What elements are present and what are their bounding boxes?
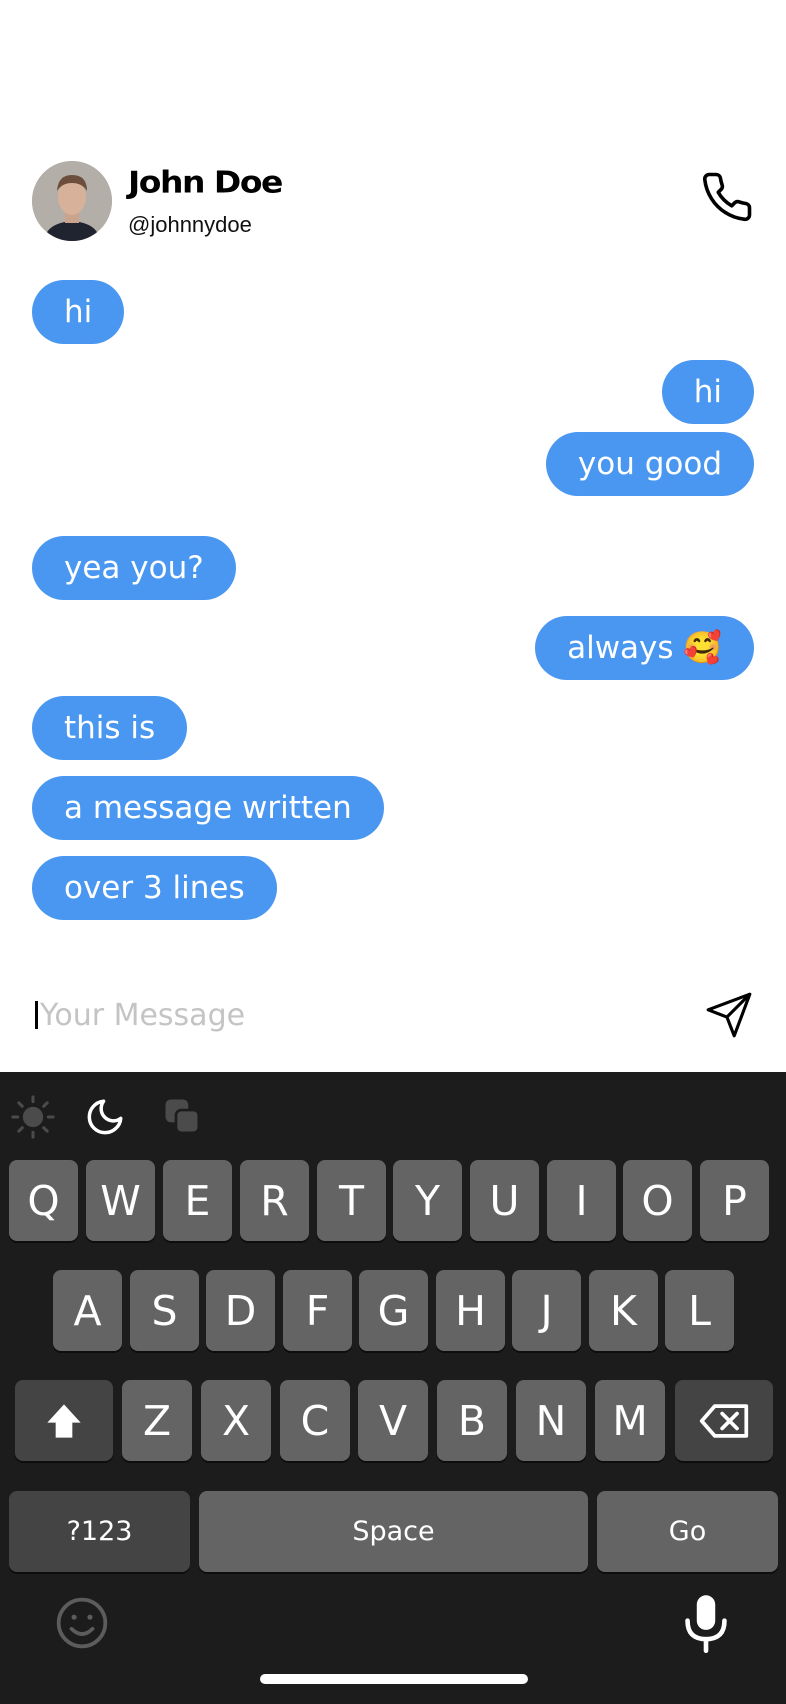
- key-y[interactable]: Y: [393, 1160, 462, 1241]
- message-bubble[interactable]: always 🥰: [535, 616, 754, 680]
- message-bubble[interactable]: yea you?: [32, 536, 236, 600]
- key-e[interactable]: E: [163, 1160, 232, 1241]
- key-a[interactable]: A: [53, 1270, 122, 1351]
- key-h[interactable]: H: [436, 1270, 505, 1351]
- text-caret: [35, 1001, 38, 1029]
- key-x[interactable]: X: [201, 1380, 271, 1461]
- phone-icon[interactable]: [700, 170, 754, 224]
- key-m[interactable]: M: [595, 1380, 665, 1461]
- copy-icon[interactable]: [162, 1096, 204, 1138]
- key-l[interactable]: L: [665, 1270, 734, 1351]
- keyboard: Q W E R T Y U I O P A S D F G H J K L Z …: [0, 1072, 786, 1704]
- backspace-key[interactable]: [675, 1380, 773, 1461]
- contact-handle: @johnnydoe: [128, 212, 252, 237]
- key-c[interactable]: C: [280, 1380, 350, 1461]
- contact-avatar[interactable]: [32, 161, 112, 241]
- shift-icon: [47, 1403, 81, 1438]
- send-icon[interactable]: [704, 990, 754, 1040]
- key-s[interactable]: S: [130, 1270, 199, 1351]
- key-r[interactable]: R: [240, 1160, 309, 1241]
- key-t[interactable]: T: [317, 1160, 386, 1241]
- message-bubble[interactable]: over 3 lines: [32, 856, 277, 920]
- dark-mode-icon[interactable]: [84, 1096, 126, 1138]
- key-j[interactable]: J: [512, 1270, 581, 1351]
- key-g[interactable]: G: [359, 1270, 428, 1351]
- message-input[interactable]: [40, 994, 640, 1036]
- key-q[interactable]: Q: [9, 1160, 78, 1241]
- key-n[interactable]: N: [516, 1380, 586, 1461]
- message-bubble[interactable]: this is: [32, 696, 188, 760]
- message-bubble[interactable]: hi: [32, 280, 125, 344]
- light-mode-icon[interactable]: [10, 1094, 56, 1140]
- space-key[interactable]: Space: [199, 1491, 588, 1572]
- key-p[interactable]: P: [700, 1160, 769, 1241]
- key-o[interactable]: O: [623, 1160, 692, 1241]
- symbols-key[interactable]: ?123: [9, 1491, 190, 1572]
- contact-name: John Doe: [128, 164, 283, 200]
- key-d[interactable]: D: [206, 1270, 275, 1351]
- shift-key[interactable]: [15, 1380, 113, 1461]
- message-bubble[interactable]: you good: [545, 432, 754, 496]
- microphone-icon[interactable]: [678, 1593, 734, 1653]
- key-f[interactable]: F: [283, 1270, 352, 1351]
- backspace-icon: [699, 1403, 749, 1438]
- key-i[interactable]: I: [547, 1160, 616, 1241]
- key-u[interactable]: U: [470, 1160, 539, 1241]
- key-w[interactable]: W: [86, 1160, 155, 1241]
- key-b[interactable]: B: [437, 1380, 507, 1461]
- key-k[interactable]: K: [589, 1270, 658, 1351]
- go-key[interactable]: Go: [597, 1491, 778, 1572]
- message-bubble[interactable]: a message written: [32, 776, 384, 840]
- key-z[interactable]: Z: [122, 1380, 192, 1461]
- emoji-icon[interactable]: [54, 1595, 110, 1651]
- key-v[interactable]: V: [358, 1380, 428, 1461]
- home-indicator[interactable]: [260, 1674, 528, 1684]
- message-bubble[interactable]: hi: [661, 360, 754, 424]
